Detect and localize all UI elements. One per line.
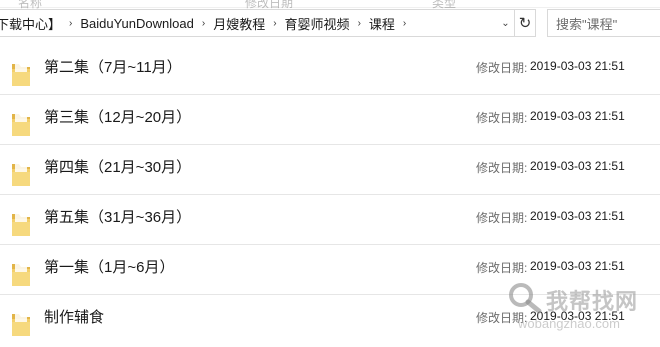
date-value: 2019-03-03 21:51 (530, 259, 625, 273)
file-name[interactable]: 第二集（7月~11月） (44, 56, 182, 77)
date-value: 2019-03-03 21:51 (530, 159, 625, 173)
date-label: 修改日期: (476, 211, 528, 225)
refresh-icon[interactable]: ↻ (515, 9, 536, 37)
date-value: 2019-03-03 21:51 (530, 109, 625, 123)
file-row[interactable]: 第二集（7月~11月） 修改日期: 2019-03-03 21:51 (0, 45, 660, 95)
address-row: 下载中心】 › BaiduYunDownload › 月嫂教程 › 育婴师视频 … (0, 9, 660, 39)
date-value: 2019-03-03 21:51 (530, 309, 625, 323)
file-name[interactable]: 第四集（21月~30月） (44, 156, 191, 177)
date-value: 2019-03-03 21:51 (530, 209, 625, 223)
date-label: 修改日期: (476, 61, 528, 75)
address-bar[interactable]: 下载中心】 › BaiduYunDownload › 月嫂教程 › 育婴师视频 … (0, 9, 515, 37)
date-label: 修改日期: (476, 161, 528, 175)
folder-icon (12, 213, 30, 236)
file-row[interactable]: 第四集（21月~30月） 修改日期: 2019-03-03 21:51 (0, 145, 660, 195)
breadcrumb-yuesao[interactable]: 月嫂教程 (211, 14, 267, 33)
date-label: 修改日期: (476, 111, 528, 125)
breadcrumb-separator-icon[interactable]: › (352, 18, 367, 29)
file-name[interactable]: 第五集（31月~36月） (44, 206, 191, 227)
breadcrumb-separator-icon[interactable]: › (397, 18, 412, 29)
breadcrumb-download-center[interactable]: 下载中心】 (0, 14, 63, 33)
date-value: 2019-03-03 21:51 (530, 59, 625, 73)
ribbon-remnant: 名称 修改日期 类型 (0, 0, 660, 10)
breadcrumb-baiduyun[interactable]: BaiduYunDownload (78, 16, 195, 31)
search-input[interactable]: 搜索"课程" (547, 9, 660, 37)
breadcrumb-separator-icon[interactable]: › (63, 18, 78, 29)
breadcrumb-separator-icon[interactable]: › (267, 18, 282, 29)
date-label: 修改日期: (476, 261, 528, 275)
folder-icon (12, 313, 30, 336)
folder-icon (12, 163, 30, 186)
breadcrumb-separator-icon[interactable]: › (196, 18, 211, 29)
file-row[interactable]: 第五集（31月~36月） 修改日期: 2019-03-03 21:51 (0, 195, 660, 245)
file-name[interactable]: 第三集（12月~20月） (44, 106, 191, 127)
folder-icon (12, 263, 30, 286)
folder-icon (12, 63, 30, 86)
date-label: 修改日期: (476, 311, 528, 325)
breadcrumb-kecheng[interactable]: 课程 (367, 14, 397, 33)
file-name[interactable]: 制作辅食 (44, 306, 104, 327)
file-row[interactable]: 制作辅食 修改日期: 2019-03-03 21:51 (0, 295, 660, 345)
file-list: 第二集（7月~11月） 修改日期: 2019-03-03 21:51 第三集（1… (0, 45, 660, 345)
address-history-chevron-icon[interactable]: ⌄ (496, 9, 515, 37)
breadcrumb-yuyingshi[interactable]: 育婴师视频 (283, 14, 352, 33)
file-row[interactable]: 第三集（12月~20月） 修改日期: 2019-03-03 21:51 (0, 95, 660, 145)
file-row[interactable]: 第一集（1月~6月） 修改日期: 2019-03-03 21:51 (0, 245, 660, 295)
folder-icon (12, 113, 30, 136)
file-name[interactable]: 第一集（1月~6月） (44, 256, 174, 277)
